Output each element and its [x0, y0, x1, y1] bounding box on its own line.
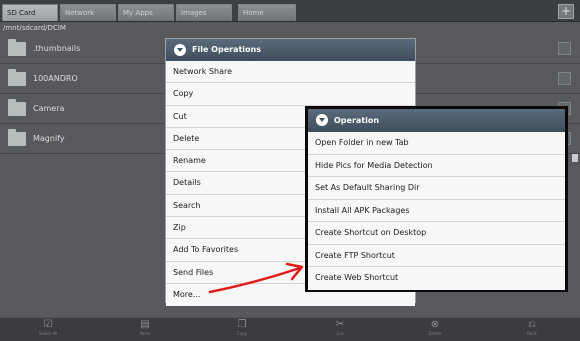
back-label: Back [527, 331, 537, 336]
delete-label: Delete [428, 331, 442, 336]
menu-item-create-ftp-shortcut[interactable]: Create FTP Shortcut [308, 244, 565, 267]
chevron-down-circle-icon [174, 44, 186, 56]
menu-item-install-all-apk[interactable]: Install All APK Packages [308, 199, 565, 222]
delete-icon: ⊗ [430, 319, 440, 330]
tab-network[interactable]: Network [60, 4, 116, 21]
paste-label: Paste [139, 331, 151, 336]
operation-title-bar: Operation [308, 109, 565, 132]
delete-button[interactable]: ⊗ Delete [415, 319, 455, 341]
copy-label: Copy [236, 331, 248, 336]
menu-item-set-default-sharing-dir[interactable]: Set As Default Sharing Dir [308, 177, 565, 200]
tab-home[interactable]: Home [238, 4, 296, 21]
tab-my-apps[interactable]: My Apps [118, 4, 174, 21]
paste-icon: ▤ [140, 319, 150, 330]
cut-icon: ✂ [335, 319, 345, 330]
tab-sd-card[interactable]: SD Card [2, 4, 58, 21]
back-button[interactable]: ⎌ Back [512, 319, 552, 341]
copy-icon: ❐ [237, 319, 247, 330]
menu-item-open-folder-new-tab[interactable]: Open Folder in new Tab [308, 132, 565, 155]
copy-button[interactable]: ❐ Copy [222, 319, 262, 341]
tab-images[interactable]: Images [176, 4, 232, 21]
menu-item-hide-pics[interactable]: Hide Pics for Media Detection [308, 154, 565, 177]
plus-icon: + [560, 4, 572, 18]
menu-item-create-shortcut-desktop[interactable]: Create Shortcut on Desktop [308, 222, 565, 245]
paste-button[interactable]: ▤ Paste [125, 319, 165, 341]
menu-item-network-share[interactable]: Network Share [166, 61, 415, 84]
select-all-label: Select All [38, 331, 58, 336]
dialog-title: Operation [334, 116, 380, 125]
file-operations-title-bar: File Operations [166, 39, 415, 61]
select-all-button[interactable]: ☑ Select All [28, 319, 68, 341]
add-tab-button[interactable]: + [558, 4, 574, 19]
bottom-toolbar: ☑ Select All ▤ Paste ❐ Copy ✂ Cut ⊗ Dele… [0, 317, 580, 341]
dialog-title: File Operations [192, 45, 261, 54]
menu-item-copy[interactable]: Copy [166, 83, 415, 106]
select-all-icon: ☑ [43, 319, 53, 330]
back-icon: ⎌ [528, 319, 536, 330]
chevron-down-circle-icon [316, 114, 328, 126]
operation-dialog: Operation Open Folder in new Tab Hide Pi… [305, 106, 568, 292]
tab-bar: SD Card Network My Apps Images Home + [0, 0, 580, 22]
cut-button[interactable]: ✂ Cut [320, 319, 360, 341]
menu-item-create-web-shortcut[interactable]: Create Web Shortcut [308, 267, 565, 290]
cut-label: Cut [336, 331, 344, 336]
